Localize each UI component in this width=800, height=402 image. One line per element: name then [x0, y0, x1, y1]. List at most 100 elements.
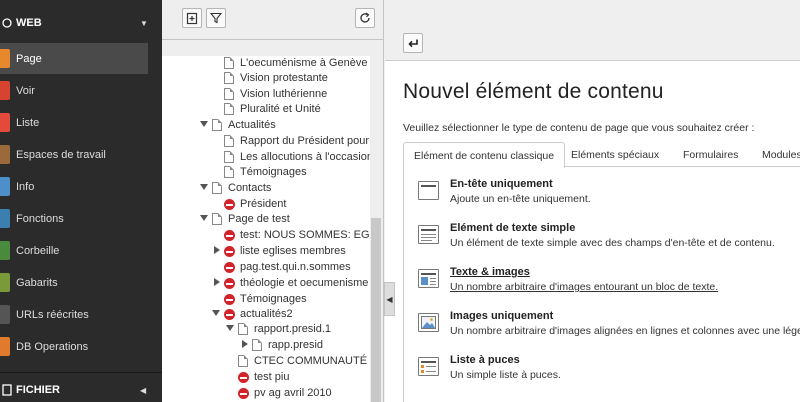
refresh-button[interactable] — [355, 8, 375, 28]
content-type-title: Elément de texte simple — [450, 222, 576, 234]
hidden-page-icon — [224, 309, 235, 320]
filter-icon — [210, 12, 222, 24]
collapse-toggle-icon[interactable] — [200, 215, 208, 221]
tree-node-label: test piu — [254, 371, 290, 383]
module-label: Corbeille — [16, 244, 60, 257]
tree-node-label: L'oecuménisme à Genève a — [240, 57, 377, 69]
content-area: Nouvel élément de contenu Veuillez sélec… — [385, 0, 800, 402]
intro-text: Veuillez sélectionner le type de contenu… — [403, 122, 755, 134]
expand-toggle-icon[interactable] — [214, 246, 220, 254]
page-icon — [224, 103, 234, 115]
collapse-tree-handle[interactable]: ◀ — [384, 282, 395, 316]
icon-bullet — [421, 365, 424, 368]
module-espaces-de-travail[interactable]: Espaces de travail — [0, 139, 148, 170]
back-button[interactable] — [403, 33, 423, 53]
page-icon — [212, 213, 222, 225]
collapse-toggle-icon[interactable] — [226, 325, 234, 331]
module-info[interactable]: Info — [0, 171, 148, 202]
tree-node-label: Rapport du Président pour l — [240, 135, 375, 147]
bullet-list-icon — [418, 357, 439, 376]
module-corbeille[interactable]: Corbeille — [0, 235, 148, 266]
content-type-desc: Un nombre arbitraire d'images alignées e… — [450, 325, 800, 337]
icon-image — [421, 277, 428, 285]
image-element-icon — [418, 313, 439, 332]
page-icon — [212, 119, 222, 131]
collapse-toggle-icon[interactable] — [200, 184, 208, 190]
hidden-page-icon — [224, 199, 235, 210]
collapse-toggle-icon[interactable] — [212, 310, 220, 316]
page-icon — [252, 339, 262, 351]
hidden-page-icon — [224, 294, 235, 305]
module-label: URLs réécrites — [16, 308, 89, 321]
collapse-toggle-icon[interactable] — [200, 121, 208, 127]
section-web-header[interactable]: WEB ▼ — [0, 8, 162, 38]
module-fonctions[interactable]: Fonctions — [0, 203, 148, 234]
icon-line — [430, 284, 436, 285]
url-module-icon — [0, 305, 10, 324]
module-page[interactable]: Page — [0, 43, 148, 74]
content-docheader — [385, 0, 800, 61]
filter-button[interactable] — [206, 8, 226, 28]
content-type-header-only[interactable]: En-tête uniquement Ajoute un en-tête uni… — [404, 178, 800, 218]
new-page-button[interactable] — [182, 8, 202, 28]
tree-node-label: Témoignages — [240, 166, 307, 178]
text-image-element-icon — [418, 269, 439, 288]
refresh-icon — [360, 12, 370, 23]
tab-modules[interactable]: Modules — [752, 142, 800, 167]
page-icon — [212, 182, 222, 194]
menu-divider — [0, 372, 162, 373]
tree-node-label: Vision protestante — [240, 72, 328, 84]
caret-left-icon: ◀ — [140, 385, 147, 395]
tree-node-label: rapp.presid — [268, 339, 324, 351]
section-fichier-header[interactable]: FICHIER ◀ — [0, 375, 162, 402]
tree-toolbar — [162, 0, 383, 40]
module-label: Page — [16, 52, 42, 65]
workspaces-module-icon — [0, 145, 10, 164]
page-icon — [224, 166, 234, 178]
view-module-icon — [0, 81, 10, 100]
tree-node-label: théologie et oecumenisme — [240, 277, 369, 289]
page-icon — [224, 135, 234, 147]
caret-left-icon: ◀ — [386, 294, 393, 304]
caret-down-icon: ▼ — [140, 18, 148, 28]
icon-line — [421, 240, 432, 241]
expand-toggle-icon[interactable] — [214, 278, 220, 286]
recycler-module-icon — [0, 241, 10, 260]
page-title: Nouvel élément de contenu — [403, 80, 664, 103]
tree-node-label: pag.test.qui.n.sommes — [240, 261, 351, 273]
module-gabarits[interactable]: Gabarits — [0, 267, 148, 298]
landscape-icon — [421, 316, 436, 329]
hidden-page-icon — [238, 388, 249, 399]
content-type-desc: Un simple liste à puces. — [450, 369, 561, 381]
module-menu: WEB ▼ Page Voir Liste Espaces de travail… — [0, 0, 162, 402]
file-icon — [2, 384, 12, 396]
module-voir[interactable]: Voir — [0, 75, 148, 106]
globe-icon — [2, 18, 12, 28]
content-type-desc: Ajoute un en-tête uniquement. — [450, 193, 591, 205]
expand-toggle-icon[interactable] — [242, 340, 248, 348]
db-module-icon — [0, 337, 10, 356]
tree-scrollbar-thumb[interactable] — [371, 218, 381, 402]
tree-node-label: test: NOUS SOMMES: EGLI — [240, 229, 379, 241]
content-type-title: Texte & images — [450, 266, 530, 278]
content-type-images-only[interactable]: Images uniquement Un nombre arbitraire d… — [404, 310, 800, 350]
content-type-text-images[interactable]: Texte & images Un nombre arbitraire d'im… — [404, 266, 800, 306]
info-module-icon — [0, 177, 10, 196]
tree-node-label: liste eglises membres — [240, 245, 346, 257]
content-type-title: Images uniquement — [450, 310, 554, 322]
page-tree-panel: L'oecuménisme à Genève a Vision protesta… — [162, 0, 384, 402]
functions-module-icon — [0, 209, 10, 228]
module-urls-reecrites[interactable]: URLs réécrites — [0, 299, 148, 330]
content-type-bullet-list[interactable]: Liste à puces Un simple liste à puces. — [404, 354, 800, 394]
module-liste[interactable]: Liste — [0, 107, 148, 138]
module-db-operations[interactable]: DB Operations — [0, 331, 148, 362]
tab-special-elements[interactable]: Eléments spéciaux — [561, 142, 669, 167]
tab-forms[interactable]: Formulaires — [673, 142, 748, 167]
page-icon — [224, 57, 234, 69]
page-icon — [224, 72, 234, 84]
tab-classic-elements[interactable]: Elément de contenu classique — [403, 142, 566, 168]
content-type-desc: Un nombre arbitraire d'images entourant … — [450, 281, 719, 293]
icon-bar — [421, 361, 436, 363]
content-type-text[interactable]: Elément de texte simple Un élément de te… — [404, 222, 800, 262]
hidden-page-icon — [224, 230, 235, 241]
